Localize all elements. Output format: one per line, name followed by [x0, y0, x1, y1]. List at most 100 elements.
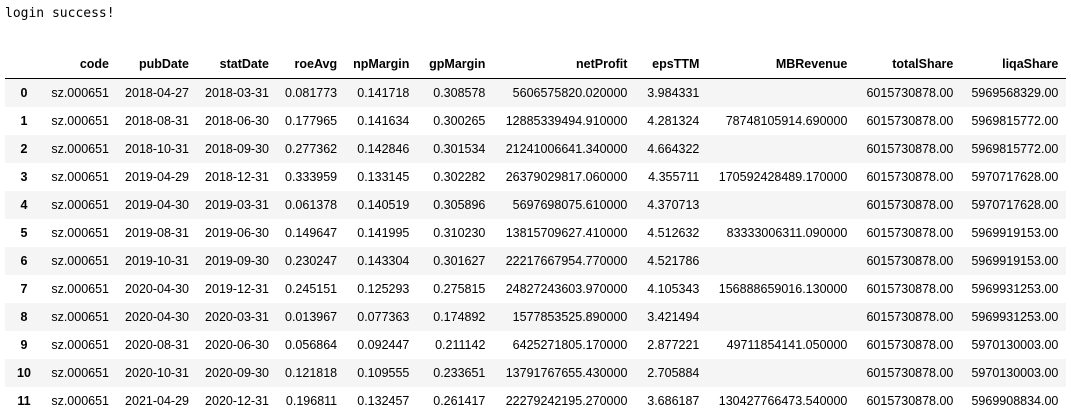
cell-statdate: 2020-12-31 [205, 394, 269, 408]
column-header-netprofit: netProfit [493, 50, 636, 79]
cell-statdate: 2018-09-30 [205, 142, 269, 156]
cell-epsttm: 4.521786 [647, 254, 700, 268]
row-index: 1 [20, 114, 28, 128]
cell-liqashare: 5969815772.00 [971, 142, 1059, 156]
cell-totalshare: 6015730878.00 [866, 86, 954, 100]
cell-liqashare: 5969919153.00 [971, 254, 1059, 268]
cell-npmargin: 0.140519 [357, 198, 410, 212]
column-header-npmargin: npMargin [345, 50, 418, 79]
cell-mbrevenue: 170592428489.170000 [718, 170, 848, 184]
cell-epsttm: 4.512632 [647, 226, 700, 240]
cell-epsttm: 3.421494 [647, 310, 700, 324]
cell-liqashare: 5970130003.00 [971, 338, 1059, 352]
cell-output-text: login success! [5, 6, 115, 21]
row-index: 8 [20, 310, 28, 324]
cell-epsttm: 2.705884 [647, 366, 700, 380]
cell-epsttm: 4.664322 [647, 142, 700, 156]
cell-liqashare: 5970130003.00 [971, 366, 1059, 380]
cell-netprofit: 5606575820.020000 [512, 86, 628, 100]
cell-npmargin: 0.142846 [357, 142, 410, 156]
cell-liqashare: 5969815772.00 [971, 114, 1059, 128]
cell-mbrevenue: 83333006311.090000 [726, 226, 848, 240]
column-header-gpmargin: gpMargin [417, 50, 494, 79]
cell-totalshare: 6015730878.00 [866, 394, 954, 408]
cell-liqashare: 5969908834.00 [971, 394, 1059, 408]
cell-statdate: 2020-09-30 [205, 366, 269, 380]
cell-gpmargin: 0.211142 [435, 338, 486, 352]
cell-gpmargin: 0.301534 [433, 142, 486, 156]
cell-gpmargin: 0.301627 [433, 254, 486, 268]
table-row: 10 sz.000651 2020-10-31 2020-09-30 0.121818 0… [5, 359, 1067, 387]
header-row: code pubDate statDate roeAvg npMargin gp… [5, 50, 1067, 79]
cell-roeavg: 0.230247 [285, 254, 338, 268]
column-header-statdate: statDate [197, 50, 277, 79]
cell-pubdate: 2020-04-30 [125, 282, 189, 296]
cell-statdate: 2019-12-31 [205, 282, 269, 296]
cell-netprofit: 1577853525.890000 [512, 310, 628, 324]
column-header-index [5, 50, 43, 79]
cell-gpmargin: 0.275815 [433, 282, 486, 296]
cell-epsttm: 3.984331 [647, 86, 700, 100]
cell-pubdate: 2020-08-31 [125, 338, 189, 352]
cell-code: sz.000651 [51, 254, 109, 268]
cell-totalshare: 6015730878.00 [866, 254, 954, 268]
cell-totalshare: 6015730878.00 [866, 142, 954, 156]
cell-roeavg: 0.149647 [285, 226, 338, 240]
cell-totalshare: 6015730878.00 [866, 282, 954, 296]
row-index: 7 [20, 282, 28, 296]
cell-totalshare: 6015730878.00 [866, 338, 954, 352]
cell-gpmargin: 0.308578 [433, 86, 486, 100]
cell-code: sz.000651 [51, 142, 109, 156]
cell-epsttm: 3.686187 [647, 394, 700, 408]
cell-gpmargin: 0.261417 [433, 394, 486, 408]
table-row: 6 sz.000651 2019-10-31 2019-09-30 0.230247 0.… [5, 247, 1067, 275]
row-index: 5 [20, 226, 28, 240]
cell-pubdate: 2019-04-29 [125, 170, 189, 184]
table-row: 7 sz.000651 2020-04-30 2019-12-31 0.245151 0.… [5, 275, 1067, 303]
cell-netprofit: 21241006641.340000 [505, 142, 628, 156]
cell-statdate: 2019-06-30 [205, 226, 269, 240]
cell-npmargin: 0.141718 [357, 86, 410, 100]
cell-netprofit: 6425271805.170000 [512, 338, 628, 352]
column-header-roeavg: roeAvg [277, 50, 346, 79]
column-header-code: code [43, 50, 117, 79]
row-index: 11 [17, 394, 31, 408]
cell-roeavg: 0.056864 [285, 338, 338, 352]
cell-mbrevenue: 78748105914.690000 [725, 114, 848, 128]
cell-mbrevenue [707, 135, 855, 163]
cell-pubdate: 2018-10-31 [125, 142, 189, 156]
cell-code: sz.000651 [51, 114, 109, 128]
cell-pubdate: 2018-08-31 [125, 114, 189, 128]
row-index: 9 [20, 338, 28, 352]
cell-code: sz.000651 [51, 198, 109, 212]
cell-code: sz.000651 [51, 86, 109, 100]
row-index: 10 [17, 366, 31, 380]
cell-npmargin: 0.077363 [357, 310, 410, 324]
cell-roeavg: 0.196811 [285, 394, 338, 408]
cell-liqashare: 5969919153.00 [971, 226, 1059, 240]
table-row: 4 sz.000651 2019-04-30 2019-03-31 0.061378 0.… [5, 191, 1067, 219]
cell-liqashare: 5969931253.00 [971, 282, 1059, 296]
cell-roeavg: 0.277362 [285, 142, 338, 156]
cell-npmargin: 0.125293 [357, 282, 410, 296]
cell-gpmargin: 0.300265 [433, 114, 486, 128]
cell-pubdate: 2020-10-31 [125, 366, 189, 380]
row-index: 4 [20, 198, 28, 212]
cell-totalshare: 6015730878.00 [866, 114, 954, 128]
cell-code: sz.000651 [51, 310, 109, 324]
cell-gpmargin: 0.302282 [433, 170, 486, 184]
cell-roeavg: 0.177965 [285, 114, 338, 128]
cell-roeavg: 0.081773 [285, 86, 338, 100]
column-header-pubdate: pubDate [117, 50, 197, 79]
cell-mbrevenue: 49711854141.050000 [726, 338, 848, 352]
cell-netprofit: 26379029817.060000 [505, 170, 628, 184]
cell-netprofit: 13815709627.410000 [505, 226, 628, 240]
cell-roeavg: 0.121818 [285, 366, 338, 380]
cell-npmargin: 0.133145 [357, 170, 410, 184]
cell-netprofit: 22217667954.770000 [505, 254, 628, 268]
cell-netprofit: 5697698075.610000 [512, 198, 628, 212]
column-header-epsttm: epsTTM [635, 50, 708, 79]
table-row: 8 sz.000651 2020-04-30 2020-03-31 0.013967 0.… [5, 303, 1067, 331]
cell-code: sz.000651 [51, 394, 109, 408]
cell-epsttm: 4.355711 [648, 170, 700, 184]
